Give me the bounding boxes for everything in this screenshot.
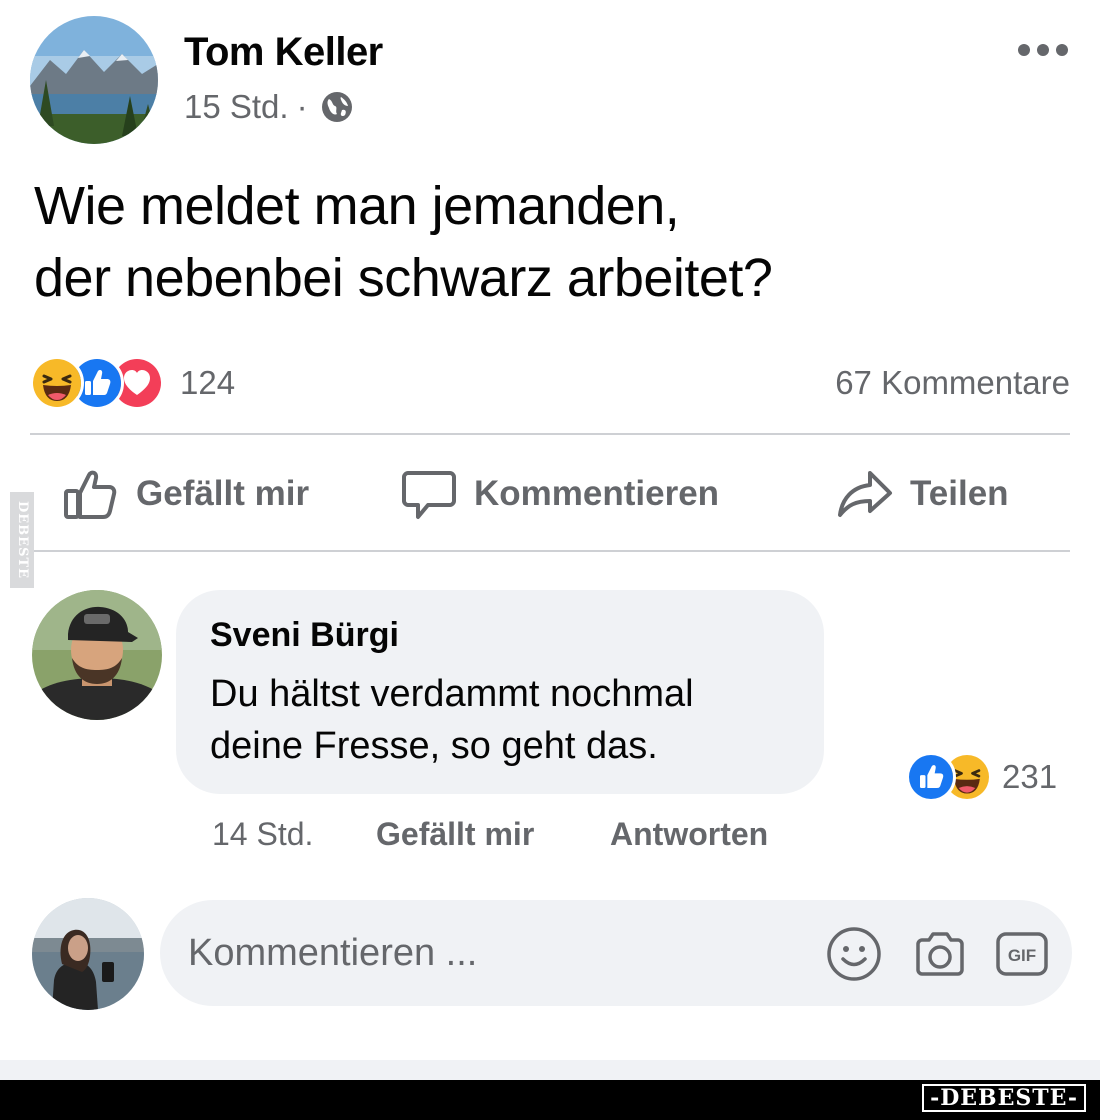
comment-button-label: Kommentieren	[474, 474, 720, 513]
thumbs-up-icon	[64, 470, 117, 519]
divider-bottom	[30, 550, 1070, 552]
svg-text:GIF: GIF	[1008, 946, 1036, 965]
comment-text: Du hältst verdammt nochmal deine Fresse,…	[210, 668, 694, 772]
comment-input[interactable]	[188, 928, 788, 978]
watermark-bar: -DEBESTE-	[0, 1080, 1100, 1120]
comment-time[interactable]: 14 Std.	[212, 816, 313, 853]
post-card: Tom Keller 15 Std. · Wie meldet man jema…	[0, 0, 1100, 1060]
comment-composer: GIF	[160, 900, 1072, 1006]
comment-count-link[interactable]: 67 Kommentare	[835, 364, 1070, 402]
camera-icon[interactable]	[912, 926, 968, 982]
comment-text-line-1: Du hältst verdammt nochmal	[210, 673, 694, 715]
globe-icon	[320, 90, 354, 124]
divider-top	[30, 433, 1070, 435]
post-text-line-1: Wie meldet man jemanden,	[34, 176, 680, 236]
watermark-bottom: -DEBESTE-	[922, 1084, 1086, 1112]
post-time[interactable]: 15 Std.	[184, 88, 289, 126]
share-button[interactable]: Teilen	[836, 462, 1009, 526]
share-arrow-icon	[838, 471, 892, 517]
like-button[interactable]: Gefällt mir	[62, 462, 309, 526]
person-avatar-image	[32, 590, 162, 720]
comment-text-line-2: deine Fresse, so geht das.	[210, 725, 658, 767]
person-avatar-image	[32, 898, 144, 1010]
like-button-label: Gefällt mir	[136, 474, 310, 513]
comment-bubble: Sveni Bürgi Du hältst verdammt nochmal d…	[176, 590, 824, 794]
comment-reaction-summary[interactable]: 231	[906, 752, 1057, 802]
meta-separator: ·	[296, 88, 308, 125]
landscape-avatar-image	[30, 16, 158, 144]
post-meta: 15 Std. ·	[184, 88, 354, 126]
comment-reaction-count: 231	[1002, 758, 1058, 795]
author-avatar[interactable]	[30, 16, 158, 144]
reaction-count: 124	[180, 364, 236, 401]
more-options-icon[interactable]	[1018, 38, 1068, 62]
commenter-name[interactable]: Sveni Bürgi	[210, 616, 399, 655]
like-icon	[906, 752, 956, 802]
author-name[interactable]: Tom Keller	[184, 30, 383, 75]
post-text: Wie meldet man jemanden, der nebenbei sc…	[34, 170, 1054, 314]
comment-button[interactable]: Kommentieren	[400, 462, 719, 526]
comment-reply-link[interactable]: Antworten	[610, 816, 768, 853]
current-user-avatar	[32, 898, 144, 1010]
gif-icon[interactable]: GIF	[994, 926, 1050, 982]
share-button-label: Teilen	[910, 474, 1009, 513]
comment-like-link[interactable]: Gefällt mir	[376, 816, 534, 853]
commenter-avatar[interactable]	[32, 590, 162, 720]
reaction-summary[interactable]: 124	[30, 356, 235, 410]
speech-bubble-icon	[402, 471, 456, 519]
watermark-side: DEBESTE	[10, 492, 34, 588]
post-text-line-2: der nebenbei schwarz arbeitet?	[34, 248, 773, 308]
emoji-icon[interactable]	[826, 926, 882, 982]
haha-icon	[30, 356, 84, 410]
